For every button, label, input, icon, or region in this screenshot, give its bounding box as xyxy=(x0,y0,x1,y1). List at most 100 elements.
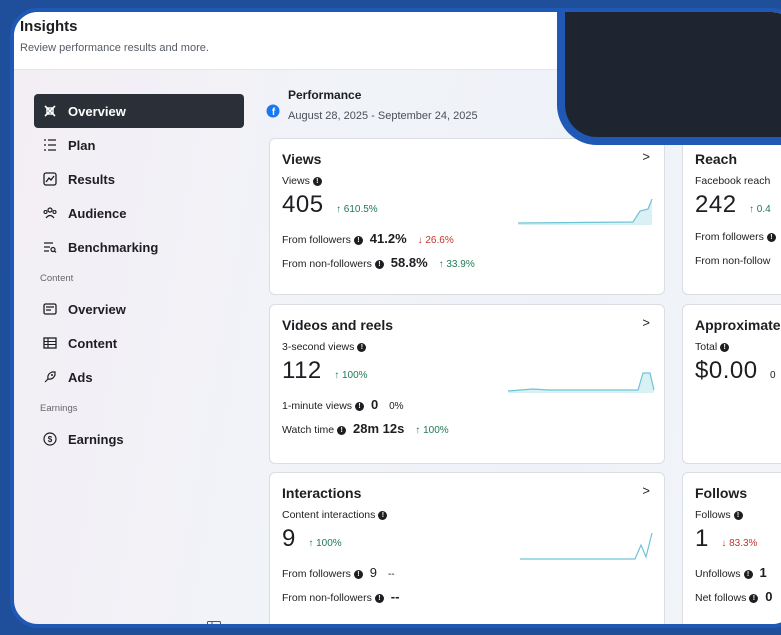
section-label-content: Content xyxy=(40,272,74,284)
page-title: Insights xyxy=(20,18,78,35)
card-subtitle: 3-second views! xyxy=(282,341,367,353)
info-icon[interactable]: ! xyxy=(355,402,365,411)
chevron-right-icon[interactable]: > xyxy=(642,149,650,164)
info-icon[interactable]: ! xyxy=(374,594,384,603)
app-frame: Insights Review performance results and … xyxy=(10,8,781,628)
card-title: Views xyxy=(282,151,322,167)
chevron-right-icon[interactable]: > xyxy=(642,483,650,498)
videos-sparkline xyxy=(508,372,655,393)
overview-icon xyxy=(42,103,58,119)
metric-change: 0 xyxy=(770,370,776,381)
metric-change: ↑ 610.5% xyxy=(336,204,378,215)
card-title: Videos and reels xyxy=(282,317,394,333)
approximate-earnings-card[interactable]: Approximate Total! $0.00 0 xyxy=(682,304,781,464)
card-subtitle: Total! xyxy=(695,341,730,353)
info-icon[interactable]: ! xyxy=(312,177,322,186)
info-icon[interactable]: ! xyxy=(378,511,388,520)
info-icon[interactable]: ! xyxy=(357,343,367,352)
followers-line: From followers! xyxy=(695,231,776,243)
benchmarking-icon xyxy=(42,239,58,255)
sidebar-item-label: Results xyxy=(68,171,115,187)
card-title: Interactions xyxy=(282,485,362,501)
sidebar-item-label: Overview xyxy=(68,103,126,119)
followers-line: From followers! 41.2% ↓ 26.6% xyxy=(282,231,454,246)
ads-icon xyxy=(42,369,58,385)
content-overview-icon xyxy=(42,301,58,317)
interactions-sparkline xyxy=(520,532,653,560)
metric-value: $0.00 xyxy=(695,357,758,384)
sidebar-item-label: Audience xyxy=(68,205,127,221)
sidebar-item-label: Content xyxy=(68,335,118,351)
metric-value: 9 xyxy=(282,525,296,552)
chevron-right-icon[interactable]: > xyxy=(642,315,650,330)
metric-row: 9 ↑ 100% xyxy=(282,525,342,553)
sidebar-item-content[interactable]: Content xyxy=(34,326,244,360)
card-subtitle: Content interactions! xyxy=(282,509,388,521)
sidebar-item-ads[interactable]: Ads xyxy=(34,360,244,394)
metric-value: 1 xyxy=(695,525,709,552)
one-minute-views-line: 1-minute views! 0 0% xyxy=(282,397,404,412)
views-card[interactable]: Views > Views! 405 ↑ 610.5% From followe… xyxy=(269,138,665,295)
metric-row: $0.00 0 xyxy=(695,357,776,385)
metric-value: 242 xyxy=(695,191,737,218)
non-followers-line: From non-followers! 58.8% ↑ 33.9% xyxy=(282,255,475,270)
page-subtitle: Review performance results and more. xyxy=(20,42,209,54)
sidebar-item-content-overview[interactable]: Overview xyxy=(34,292,244,326)
info-icon[interactable]: ! xyxy=(353,236,363,245)
metric-row: 112 ↑ 100% xyxy=(282,357,368,385)
views-sparkline xyxy=(518,198,653,225)
sidebar-item-label: Plan xyxy=(68,137,96,153)
card-title: Reach xyxy=(695,151,738,167)
date-range[interactable]: August 28, 2025 - September 24, 2025 xyxy=(288,110,478,122)
interactions-card[interactable]: Interactions > Content interactions! 9 ↑… xyxy=(269,472,665,624)
metric-change: ↑ 100% xyxy=(334,370,368,381)
metric-change: ↑ 0.4 xyxy=(749,204,771,215)
sidebar-item-results[interactable]: Results xyxy=(34,162,244,196)
sidebar-item-overview[interactable]: Overview xyxy=(34,94,244,128)
info-icon[interactable]: ! xyxy=(374,260,384,269)
overlay-panel xyxy=(557,12,781,145)
info-icon[interactable]: ! xyxy=(720,343,730,352)
panel-toggle-icon[interactable] xyxy=(207,618,221,624)
dollar-icon: $ xyxy=(42,431,58,447)
sidebar-item-benchmarking[interactable]: Benchmarking xyxy=(34,230,244,264)
card-subtitle: Facebook reach xyxy=(695,175,771,187)
section-label-earnings: Earnings xyxy=(40,402,78,414)
followers-line: From followers! 9 -- xyxy=(282,565,395,580)
info-icon[interactable]: ! xyxy=(337,426,347,435)
results-icon xyxy=(42,171,58,187)
non-followers-line: From non-follow xyxy=(695,255,771,267)
card-title: Approximate xyxy=(695,317,781,333)
metric-change: ↓ 83.3% xyxy=(721,538,758,549)
follows-card[interactable]: Follows Follows! 1 ↓ 83.3% Unfollows! 1 … xyxy=(682,472,781,624)
sidebar-item-plan[interactable]: Plan xyxy=(34,128,244,162)
metric-row: 1 ↓ 83.3% xyxy=(695,525,757,553)
net-follows-line: Net follows! 0 xyxy=(695,589,773,604)
unfollows-line: Unfollows! 1 xyxy=(695,565,767,580)
card-subtitle: Views! xyxy=(282,175,322,187)
facebook-icon: f xyxy=(266,104,280,123)
metric-row: 242 ↑ 0.4 xyxy=(695,191,771,219)
card-subtitle: Follows! xyxy=(695,509,743,521)
plan-icon xyxy=(42,137,58,153)
info-icon[interactable]: ! xyxy=(766,233,776,242)
videos-card[interactable]: Videos and reels > 3-second views! 112 ↑… xyxy=(269,304,665,464)
svg-text:$: $ xyxy=(48,435,53,444)
sidebar: Overview Plan Results Audience Benchmark… xyxy=(34,94,244,456)
reach-card[interactable]: Reach Facebook reach 242 ↑ 0.4 From foll… xyxy=(682,138,781,295)
sidebar-item-label: Earnings xyxy=(68,431,124,447)
info-icon[interactable]: ! xyxy=(353,570,363,579)
metric-value: 405 xyxy=(282,191,324,218)
sidebar-item-audience[interactable]: Audience xyxy=(34,196,244,230)
sidebar-item-earnings[interactable]: $ Earnings xyxy=(34,422,244,456)
content-grid-icon xyxy=(42,335,58,351)
info-icon[interactable]: ! xyxy=(733,511,743,520)
sidebar-item-label: Benchmarking xyxy=(68,239,159,255)
audience-icon xyxy=(42,205,58,221)
card-title: Follows xyxy=(695,485,748,501)
metric-row: 405 ↑ 610.5% xyxy=(282,191,378,219)
metric-change: ↑ 100% xyxy=(308,538,342,549)
info-icon[interactable]: ! xyxy=(749,594,759,603)
info-icon[interactable]: ! xyxy=(743,570,753,579)
watch-time-line: Watch time! 28m 12s ↑ 100% xyxy=(282,421,449,436)
